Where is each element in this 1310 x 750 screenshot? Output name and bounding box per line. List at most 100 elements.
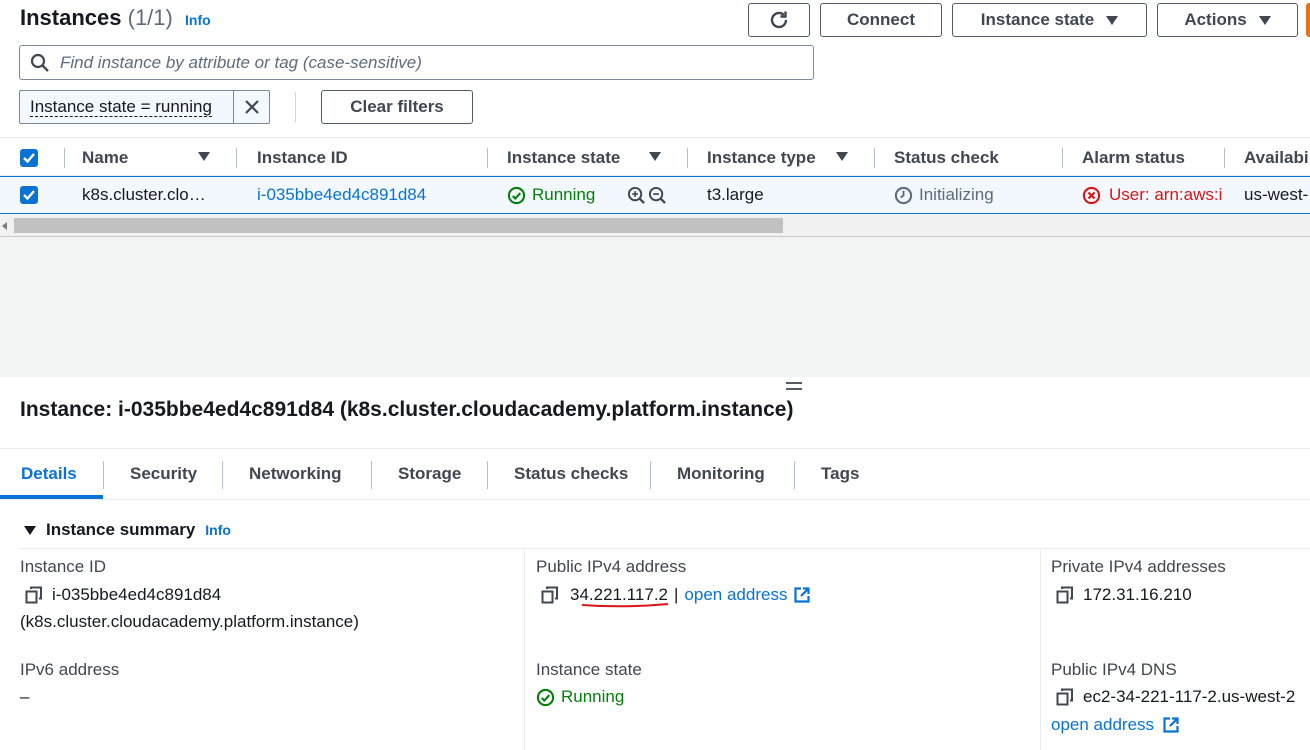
refresh-icon bbox=[770, 11, 788, 29]
filter-token: Instance state = running bbox=[19, 90, 270, 124]
sort-caret-icon bbox=[649, 152, 661, 161]
open-address-link[interactable]: open address bbox=[1051, 715, 1154, 735]
empty-table-area bbox=[0, 237, 1310, 377]
clear-filters-button[interactable]: Clear filters bbox=[321, 90, 473, 124]
instance-count: (1/1) bbox=[127, 5, 173, 30]
instance-id-link[interactable]: i-035bbe4ed4c891d84 bbox=[257, 177, 426, 213]
instance-name-value: (k8s.cluster.cloudacademy.platform.insta… bbox=[20, 612, 359, 631]
sort-caret-icon bbox=[198, 152, 210, 161]
instance-state-dropdown[interactable]: Instance state bbox=[952, 3, 1147, 37]
instance-detail-title: Instance: i-035bbe4ed4c891d84 (k8s.clust… bbox=[20, 398, 794, 421]
caret-down-icon bbox=[24, 525, 36, 535]
tab-separator bbox=[487, 461, 488, 489]
zoom-controls bbox=[627, 177, 667, 213]
info-link[interactable]: Info bbox=[205, 522, 231, 538]
zoom-out-icon[interactable] bbox=[648, 186, 667, 205]
column-separator[interactable] bbox=[687, 148, 688, 168]
table-row[interactable]: k8s.cluster.clo… i-035bbe4ed4c891d84 Run… bbox=[0, 176, 1310, 214]
cell-status-check: Initializing bbox=[894, 177, 994, 213]
cell-availability-zone: us-west- bbox=[1244, 185, 1309, 204]
caret-down-icon bbox=[1258, 15, 1271, 25]
search-placeholder: Find instance by attribute or tag (case-… bbox=[60, 52, 422, 72]
instance-state-value: Running bbox=[536, 687, 624, 707]
column-separator[interactable] bbox=[236, 148, 237, 168]
connect-button[interactable]: Connect bbox=[820, 3, 942, 37]
column-header-alarm-status[interactable]: Alarm status bbox=[1082, 138, 1212, 177]
cell-name: k8s.cluster.clo… bbox=[82, 185, 206, 204]
column-divider bbox=[1040, 549, 1041, 750]
copy-icon[interactable] bbox=[1055, 585, 1075, 605]
tab-status-checks[interactable]: Status checks bbox=[514, 449, 628, 499]
column-header-status-check[interactable]: Status check bbox=[894, 138, 1054, 177]
tab-security[interactable]: Security bbox=[130, 449, 197, 499]
cell-instance-type: t3.large bbox=[707, 185, 764, 204]
cell-instance-state: Running bbox=[507, 177, 595, 213]
instance-summary-header[interactable]: Instance summary Info bbox=[24, 520, 231, 540]
ipv6-label: IPv6 address bbox=[20, 660, 120, 679]
column-header-instance-id[interactable]: Instance ID bbox=[257, 138, 477, 177]
cell-alarm-status: User: arn:aws:i bbox=[1082, 177, 1222, 213]
tab-details[interactable]: Details bbox=[21, 449, 77, 499]
check-icon bbox=[23, 152, 35, 163]
search-icon bbox=[30, 53, 49, 72]
check-icon bbox=[23, 190, 35, 201]
tab-separator bbox=[103, 461, 104, 489]
public-ipv4-label: Public IPv4 address bbox=[536, 557, 687, 576]
scroll-left-arrow-icon[interactable] bbox=[2, 222, 7, 230]
divider bbox=[295, 92, 296, 122]
public-dns-label: Public IPv4 DNS bbox=[1051, 660, 1177, 679]
active-tab-indicator bbox=[0, 495, 103, 499]
column-separator bbox=[64, 148, 65, 168]
column-divider bbox=[524, 549, 525, 750]
instance-id-value: i-035bbe4ed4c891d84 bbox=[24, 585, 221, 605]
detail-tabs: Details Security Networking Storage Stat… bbox=[0, 448, 1310, 500]
open-address-link[interactable]: open address bbox=[684, 585, 787, 605]
red-underline-annotation bbox=[581, 603, 669, 608]
column-separator[interactable] bbox=[874, 148, 875, 168]
divider bbox=[20, 548, 1310, 549]
column-separator[interactable] bbox=[487, 148, 488, 168]
success-check-icon bbox=[507, 186, 526, 204]
column-separator[interactable] bbox=[1224, 148, 1225, 168]
info-link[interactable]: Info bbox=[185, 12, 211, 28]
public-dns-open-address: open address bbox=[1051, 715, 1180, 735]
tab-monitoring[interactable]: Monitoring bbox=[677, 449, 765, 499]
external-link-icon[interactable] bbox=[1162, 716, 1180, 734]
copy-icon[interactable] bbox=[540, 585, 560, 605]
column-separator[interactable] bbox=[1062, 148, 1063, 168]
scrollbar-thumb[interactable] bbox=[14, 218, 783, 233]
column-header-instance-state[interactable]: Instance state bbox=[507, 138, 675, 177]
tab-storage[interactable]: Storage bbox=[398, 449, 461, 499]
refresh-button[interactable] bbox=[748, 3, 810, 37]
row-checkbox[interactable] bbox=[20, 177, 38, 213]
actions-dropdown[interactable]: Actions bbox=[1157, 3, 1298, 37]
caret-down-icon bbox=[1106, 15, 1119, 25]
external-link-icon[interactable] bbox=[793, 586, 811, 604]
column-header-instance-type[interactable]: Instance type bbox=[707, 138, 862, 177]
tab-tags[interactable]: Tags bbox=[821, 449, 859, 499]
table-header: Name Instance ID Instance state Instance… bbox=[0, 137, 1310, 176]
tab-separator bbox=[371, 461, 372, 489]
zoom-in-icon[interactable] bbox=[627, 186, 646, 205]
tab-separator bbox=[794, 461, 795, 489]
split-panel-handle[interactable] bbox=[786, 382, 802, 394]
column-header-availability-zone[interactable]: Availabi bbox=[1244, 138, 1310, 177]
public-dns-value: ec2-34-221-117-2.us-west-2 bbox=[1055, 687, 1310, 707]
error-icon bbox=[1082, 186, 1101, 204]
filter-token-label[interactable]: Instance state = running bbox=[20, 91, 234, 123]
launch-button-edge[interactable] bbox=[1306, 3, 1310, 37]
tab-networking[interactable]: Networking bbox=[249, 449, 342, 499]
copy-icon[interactable] bbox=[24, 585, 44, 605]
copy-icon[interactable] bbox=[1055, 687, 1075, 707]
instance-id-label: Instance ID bbox=[20, 557, 106, 576]
private-ipv4-value: 172.31.16.210 bbox=[1055, 585, 1192, 605]
close-icon bbox=[244, 100, 259, 114]
select-all-checkbox[interactable] bbox=[20, 138, 40, 177]
column-header-name[interactable]: Name bbox=[82, 138, 224, 177]
page-title: Instances (1/1) Info bbox=[20, 5, 211, 30]
instance-state-label: Instance state bbox=[536, 660, 642, 679]
clock-icon bbox=[894, 186, 913, 204]
search-input[interactable]: Find instance by attribute or tag (case-… bbox=[19, 45, 814, 80]
remove-filter-button[interactable] bbox=[234, 91, 269, 123]
private-ipv4-label: Private IPv4 addresses bbox=[1051, 557, 1226, 576]
